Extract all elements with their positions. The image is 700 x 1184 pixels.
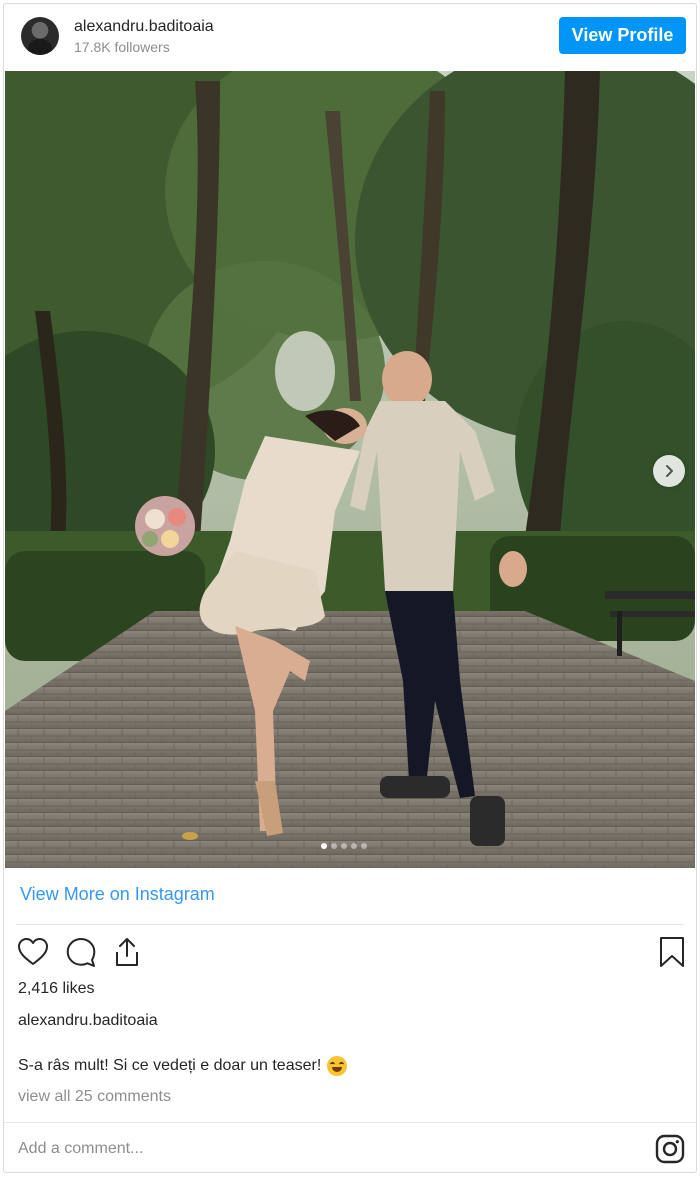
comment-icon: [66, 938, 96, 967]
view-profile-button[interactable]: View Profile: [559, 17, 686, 54]
instagram-glyph-icon: [655, 1134, 685, 1164]
view-more-link[interactable]: View More on Instagram: [20, 884, 215, 905]
carousel-indicators: [321, 843, 367, 849]
carousel-dot: [341, 843, 347, 849]
carousel-dot: [321, 843, 327, 849]
carousel-dot: [331, 843, 337, 849]
divider: [4, 1122, 696, 1123]
instagram-logo-icon[interactable]: [654, 1133, 686, 1165]
profile-username[interactable]: alexandru.baditoaia: [74, 18, 214, 36]
chevron-right-icon: [666, 465, 673, 477]
like-button[interactable]: [15, 934, 51, 970]
divider: [16, 924, 684, 925]
followers-count: 17.8K followers: [74, 39, 170, 55]
heart-icon: [18, 938, 48, 965]
grinning-sweat-emoji-icon: [327, 1056, 348, 1076]
caption-username[interactable]: alexandru.baditoaia: [18, 1012, 158, 1030]
view-all-comments-link[interactable]: view all 25 comments: [18, 1088, 171, 1106]
post-actions: [4, 934, 696, 974]
post-header: alexandru.baditoaia 17.8K followers View…: [4, 4, 696, 70]
share-button[interactable]: [109, 934, 145, 970]
bookmark-icon: [660, 937, 684, 967]
comment-button[interactable]: [63, 934, 99, 970]
avatar[interactable]: [21, 17, 59, 55]
save-button[interactable]: [654, 934, 690, 970]
add-comment-input[interactable]: [18, 1138, 618, 1160]
instagram-embed-card: alexandru.baditoaia 17.8K followers View…: [3, 3, 697, 1173]
park-couple-photo: [5, 71, 695, 868]
carousel-dot: [361, 843, 367, 849]
carousel-dot: [351, 843, 357, 849]
likes-count[interactable]: 2,416 likes: [18, 980, 95, 998]
share-icon: [116, 938, 138, 966]
next-slide-button[interactable]: [653, 455, 685, 487]
post-photo[interactable]: [5, 71, 695, 868]
caption: S-a râs mult! Si ce vedeți e doar un tea…: [18, 1056, 348, 1076]
caption-text: S-a râs mult! Si ce vedeți e doar un tea…: [18, 1057, 322, 1074]
